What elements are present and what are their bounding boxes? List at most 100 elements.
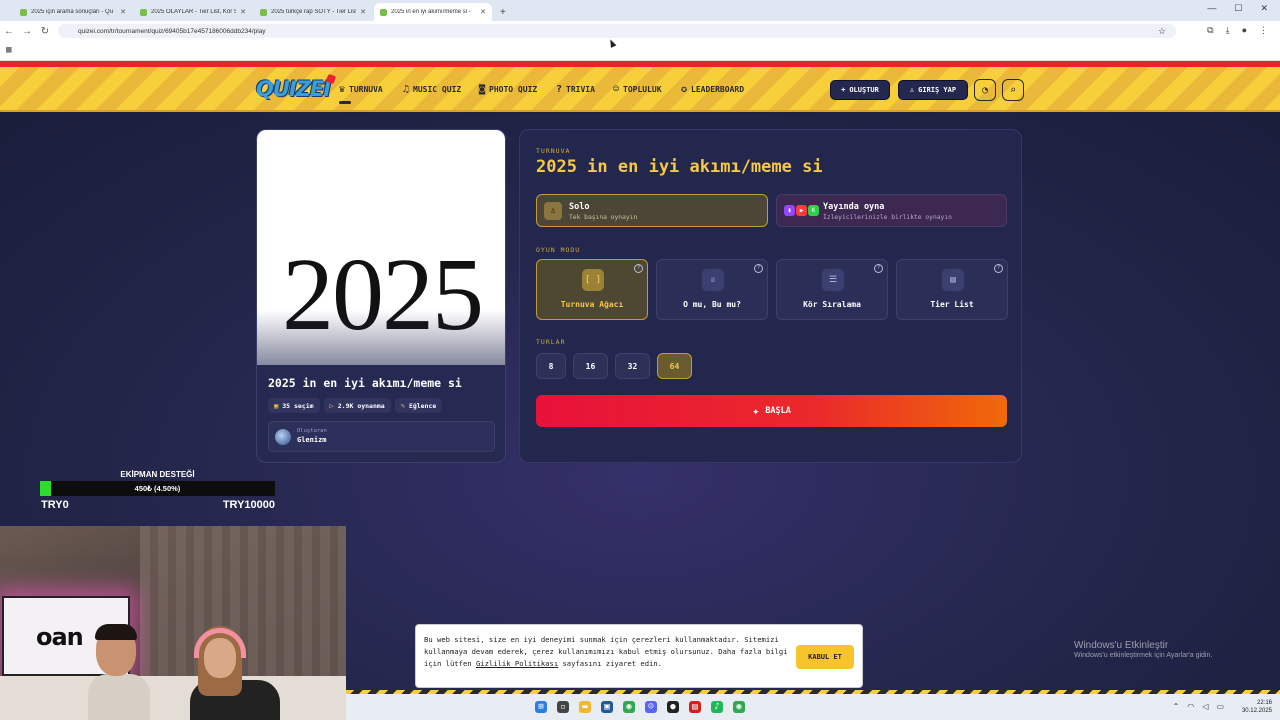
game-mode-tier-list[interactable]: ▤ ? Tier List <box>896 259 1008 320</box>
battery-icon[interactable]: ▭ <box>1216 702 1224 711</box>
favicon-icon <box>20 8 27 16</box>
round-option-64[interactable]: 64 <box>657 353 692 379</box>
nav-music-quiz[interactable]: ♫ MUSIC QUIZ <box>403 84 461 95</box>
app-icon[interactable]: ▤ <box>689 701 701 713</box>
profile-avatar-icon[interactable]: ● <box>1242 25 1247 36</box>
plays-chip: ▷ 2.9K oynanma <box>323 398 391 413</box>
creator-box[interactable]: Oluşturan Glenizm <box>268 421 495 452</box>
taskbar-clock[interactable]: 22:16 30.12.2025 <box>1242 699 1272 715</box>
browser-tab-bar: 2025 için arama sonuçları - Qu ✕ 2025 OLA… <box>0 0 1280 21</box>
chrome-icon[interactable]: ◉ <box>733 701 745 713</box>
close-window-icon[interactable]: ✕ <box>1260 3 1268 14</box>
menu-icon[interactable]: ⋮ <box>1259 25 1268 36</box>
list-icon: ☰ <box>822 269 844 291</box>
volume-icon[interactable]: ◁ <box>1202 702 1208 711</box>
obs-icon[interactable]: ● <box>667 701 679 713</box>
help-icon[interactable]: ? <box>874 264 883 273</box>
site-navbar: QUIZEI ♛ TURNUVA ♫ MUSIC QUIZ ◙ PHOTO QUIZ … <box>0 67 1280 112</box>
user-icon: ♙ <box>544 202 562 220</box>
section-kicker: TURNUVA <box>536 147 571 155</box>
sparkle-icon: ✦ <box>752 404 760 418</box>
quiz-stats: ▣ 35 seçim ▷ 2.9K oynanma ✎ Eğlence <box>268 398 443 413</box>
category-chip[interactable]: ✎ Eğlence <box>394 398 443 413</box>
camera-icon: ◙ <box>479 84 486 95</box>
extensions-icon[interactable]: ⧉ <box>1207 25 1213 36</box>
chevron-up-icon[interactable]: ⌃ <box>1173 702 1180 711</box>
close-tab-icon[interactable]: ✕ <box>240 8 246 16</box>
maximize-icon[interactable]: ☐ <box>1234 3 1242 14</box>
bookmarks-bar: ▦ <box>0 41 1280 61</box>
browser-tab[interactable]: 2025 için arama sonuçları - Qu ✕ <box>14 3 132 21</box>
app-icon[interactable]: ▣ <box>601 701 613 713</box>
task-view-icon[interactable]: ▫ <box>557 701 569 713</box>
url-field[interactable]: quizei.com/tr/tournament/quiz/69405b17e4… <box>58 24 1176 38</box>
browser-tab[interactable]: 2025 türkçe rap SOTY - Tier List ✕ <box>254 3 372 21</box>
cookie-banner: Bu web sitesi, size en iyi deneyimi sunm… <box>415 624 863 688</box>
close-tab-icon[interactable]: ✕ <box>360 8 366 16</box>
site-logo[interactable]: QUIZEI <box>256 77 331 101</box>
tag-icon: ✎ <box>400 401 405 410</box>
twitch-icon: ▮ <box>784 205 795 216</box>
start-button[interactable]: ✦ BAŞLA <box>536 395 1007 427</box>
game-mode-blind-rank[interactable]: ☰ ? Kör Sıralama <box>776 259 888 320</box>
download-icon[interactable]: ⤓ <box>1226 25 1230 36</box>
apps-grid-icon[interactable]: ▦ <box>6 45 11 55</box>
back-icon[interactable]: ← <box>0 26 18 37</box>
spotify-icon[interactable]: ♪ <box>711 701 723 713</box>
reload-icon[interactable]: ↻ <box>36 26 54 37</box>
wifi-icon[interactable]: ◠ <box>1187 702 1194 711</box>
window-controls: — ☐ ✕ <box>1207 3 1268 14</box>
chrome-icon[interactable]: ◉ <box>623 701 635 713</box>
round-option-8[interactable]: 8 <box>536 353 566 379</box>
creator-name: Glenizm <box>297 436 327 444</box>
users-icon: ☺ <box>613 84 620 95</box>
file-explorer-icon[interactable]: ▬ <box>579 701 591 713</box>
browser-tab[interactable]: 2025 OLAYLAR - Tier List, Kör S ✕ <box>134 3 252 21</box>
discord-icon[interactable]: ☺ <box>645 701 657 713</box>
solo-mode-option[interactable]: ♙ Solo Tek başına oynayın <box>536 194 768 227</box>
favicon-icon <box>140 8 147 16</box>
close-tab-icon[interactable]: ✕ <box>120 8 126 16</box>
browser-tab-active[interactable]: 2025 in en iyi akımı/meme si - ✕ <box>374 3 492 21</box>
cookie-text: Bu web sitesi, size en iyi deneyimi sunm… <box>424 635 788 668</box>
round-option-32[interactable]: 32 <box>615 353 650 379</box>
accept-cookies-button[interactable]: KABUL ET <box>796 645 854 669</box>
game-setup-card: TURNUVA 2025 in en iyi akımı/meme si ♙ S… <box>519 129 1022 463</box>
donation-progress-bar: 450₺ (4.50%) <box>40 481 275 496</box>
help-icon[interactable]: ? <box>634 264 643 273</box>
address-bar-row: ← → ↻ quizei.com/tr/tournament/quiz/6940… <box>0 21 1280 41</box>
help-icon[interactable]: ? <box>754 264 763 273</box>
webcam-feed: oan <box>0 526 346 720</box>
donation-min: TRY0 <box>41 499 69 511</box>
search-button[interactable]: ⌕ <box>1002 79 1024 101</box>
game-mode-this-or-that[interactable]: ♕ ? O mu, Bu mu? <box>656 259 768 320</box>
help-icon[interactable]: ? <box>994 264 1003 273</box>
favicon-icon <box>260 8 267 16</box>
nav-topluluk[interactable]: ☺ TOPLULUK <box>613 84 662 95</box>
game-mode-tournament[interactable]: [ ] ? Turnuva Ağacı <box>536 259 648 320</box>
bookmark-star-icon[interactable]: ☆ <box>1158 26 1166 37</box>
forward-icon[interactable]: → <box>18 26 36 37</box>
create-button[interactable]: + OLUŞTUR <box>830 80 890 100</box>
nav-turnuva[interactable]: ♛ TURNUVA <box>339 84 383 95</box>
donation-max: TRY10000 <box>222 499 275 511</box>
login-button[interactable]: ♙ GIRIŞ YAP <box>898 80 968 100</box>
toolbar-icons: ⧉ ⤓ ● ⋮ <box>1207 25 1268 36</box>
nav-trivia[interactable]: ? TRIVIA <box>556 84 595 95</box>
donation-goal-title: EKİPMAN DESTEĞİ <box>120 470 195 479</box>
sofa <box>0 676 346 720</box>
avatar <box>275 429 291 445</box>
new-tab-icon[interactable]: + <box>494 7 512 21</box>
round-option-16[interactable]: 16 <box>573 353 608 379</box>
privacy-policy-link[interactable]: Gizlilik Politikası <box>476 659 558 668</box>
music-icon: ♫ <box>403 84 410 95</box>
nav-photo-quiz[interactable]: ◙ PHOTO QUIZ <box>479 84 537 95</box>
choices-chip: ▣ 35 seçim <box>268 398 320 413</box>
live-mode-option[interactable]: ▮ ▶ K Yayında oyna İzleyicilerinizle bir… <box>776 194 1007 227</box>
windows-taskbar: ⊞ ▫ ▬ ▣ ◉ ☺ ● ▤ ♪ ◉ ⌃ ◠ ◁ ▭ 22:16 30.12.… <box>346 694 1280 720</box>
notification-button[interactable]: ◔ <box>974 79 996 101</box>
close-tab-icon[interactable]: ✕ <box>480 8 486 16</box>
nav-leaderboard[interactable]: ✪ LEADERBOARD <box>681 84 744 95</box>
minimize-icon[interactable]: — <box>1207 3 1216 14</box>
start-menu-icon[interactable]: ⊞ <box>535 701 547 713</box>
